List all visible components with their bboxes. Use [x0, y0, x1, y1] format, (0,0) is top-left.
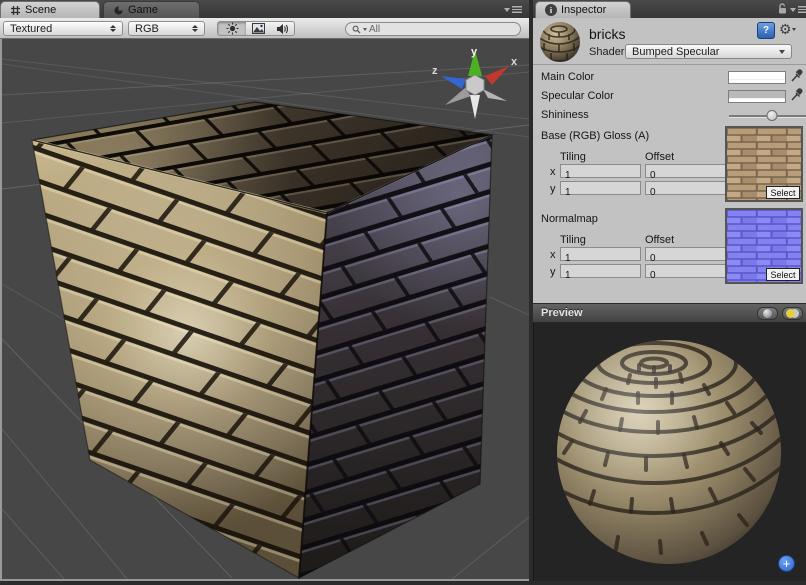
base-tiling-y-input[interactable]	[561, 187, 640, 199]
lock-icon[interactable]	[777, 3, 788, 15]
base-y-label: y	[550, 183, 556, 195]
normal-tiling-x-input[interactable]	[561, 253, 640, 265]
updown-arrows-icon	[192, 25, 198, 32]
tab-inspector-label: Inspector	[561, 4, 606, 16]
main-color-label: Main Color	[541, 71, 594, 83]
preview-lighting-button[interactable]	[782, 307, 803, 320]
scene-tabstrip: Scene Game	[0, 0, 529, 19]
specular-color-label: Specular Color	[541, 90, 614, 102]
draw-mode-dropdown[interactable]: Textured	[3, 21, 123, 36]
search-input[interactable]	[369, 24, 489, 35]
gizmo-x-label: x	[511, 56, 518, 68]
preview-title: Preview	[541, 307, 583, 319]
chevron-down-icon	[363, 28, 367, 31]
normalmap-texture-thumbnail[interactable]: Select	[725, 208, 803, 284]
sphere-icon	[763, 309, 772, 318]
color-mode-dropdown[interactable]: RGB	[128, 21, 205, 36]
lighting-icon	[786, 309, 799, 318]
scene-search-field[interactable]	[345, 22, 521, 36]
normal-offset-x-input[interactable]	[646, 253, 725, 265]
chevron-down-icon	[779, 50, 785, 54]
inspector-panel-menu-icon[interactable]	[790, 4, 806, 15]
normal-tiling-y-field[interactable]	[560, 264, 641, 278]
gizmo-y-label: y	[471, 46, 478, 58]
speaker-icon	[276, 23, 289, 35]
material-header: bricks Shader Bumped Specular ? ⚙	[533, 18, 806, 65]
shininess-slider[interactable]	[729, 110, 806, 122]
base-tiling-x-input[interactable]	[561, 170, 640, 182]
normal-offset-y-input[interactable]	[646, 270, 725, 282]
slider-thumb[interactable]	[766, 110, 777, 121]
inspector-panel: i Inspector	[533, 0, 806, 581]
color-mode-label: RGB	[135, 23, 159, 35]
info-icon: i	[545, 4, 557, 16]
help-icon[interactable]: ?	[757, 22, 775, 39]
normal-tiling-x-field[interactable]	[560, 247, 641, 261]
main-color-swatch[interactable]	[728, 71, 786, 84]
material-name: bricks	[589, 26, 626, 42]
sun-icon	[226, 22, 239, 35]
gizmo-x-axis[interactable]	[485, 66, 509, 85]
tab-game[interactable]: Game	[103, 1, 200, 18]
preview-sphere-button[interactable]	[757, 307, 778, 320]
material-preview-thumbnail	[539, 21, 581, 63]
base-offset-y-input[interactable]	[646, 187, 725, 199]
base-map-label: Base (RGB) Gloss (A)	[541, 130, 649, 142]
base-x-label: x	[550, 166, 556, 178]
base-texture-thumbnail[interactable]: Select	[725, 126, 803, 202]
scene-grid-icon	[10, 5, 21, 16]
effects-toggle-button[interactable]	[246, 21, 271, 36]
unity-editor-window: Scene Game Textured RGB	[0, 0, 806, 581]
draw-mode-label: Textured	[10, 23, 52, 35]
base-select-button[interactable]: Select	[766, 186, 800, 199]
gizmo-z-axis[interactable]	[441, 76, 466, 89]
preview-header[interactable]: Preview	[533, 303, 806, 323]
scene-panel-menu-icon[interactable]	[504, 4, 526, 15]
tab-scene-label: Scene	[25, 4, 56, 16]
add-button[interactable]: +	[778, 555, 795, 572]
normal-tiling-header: Tiling	[560, 234, 586, 246]
tab-inspector[interactable]: i Inspector	[535, 1, 631, 18]
base-tiling-y-field[interactable]	[560, 181, 641, 195]
game-icon	[113, 5, 124, 16]
normalmap-select-button[interactable]: Select	[766, 268, 800, 281]
shader-dropdown[interactable]: Bumped Specular	[625, 44, 792, 59]
base-offset-y-field[interactable]	[645, 181, 726, 195]
lighting-toggle-button[interactable]	[217, 21, 247, 36]
shininess-label: Shininess	[541, 109, 589, 121]
inspector-tabstrip: i Inspector	[533, 0, 806, 19]
specular-color-swatch[interactable]	[728, 90, 786, 103]
base-offset-x-field[interactable]	[645, 164, 726, 178]
shader-label: Shader	[589, 46, 624, 58]
normal-offset-y-field[interactable]	[645, 264, 726, 278]
tab-game-label: Game	[128, 4, 158, 16]
scene-gizmo[interactable]: y x z	[429, 43, 521, 127]
normal-x-label: x	[550, 249, 556, 261]
normal-offset-x-field[interactable]	[645, 247, 726, 261]
normal-tiling-y-input[interactable]	[561, 270, 640, 282]
base-tiling-x-field[interactable]	[560, 164, 641, 178]
eyedropper-icon[interactable]	[790, 68, 803, 83]
tab-scene[interactable]: Scene	[0, 1, 100, 18]
updown-arrows-icon	[110, 25, 116, 32]
normal-map-label: Normalmap	[541, 213, 598, 225]
material-preview-area[interactable]: +	[533, 323, 806, 581]
image-icon	[252, 23, 265, 34]
search-icon	[352, 25, 361, 34]
audio-toggle-button[interactable]	[270, 21, 295, 36]
shader-value: Bumped Specular	[632, 46, 719, 58]
gear-icon[interactable]: ⚙	[779, 21, 796, 37]
gizmo-z-label: z	[432, 65, 438, 77]
preview-sphere	[534, 323, 806, 580]
gizmo-center-cube[interactable]	[466, 75, 484, 95]
normal-y-label: y	[550, 266, 556, 278]
base-offset-header: Offset	[645, 151, 674, 163]
scene-toolbar: Textured RGB	[0, 18, 529, 39]
base-tiling-header: Tiling	[560, 151, 586, 163]
eyedropper-icon[interactable]	[790, 87, 803, 102]
normal-offset-header: Offset	[645, 234, 674, 246]
scene-viewport[interactable]: y x z	[0, 39, 529, 581]
base-offset-x-input[interactable]	[646, 170, 725, 182]
